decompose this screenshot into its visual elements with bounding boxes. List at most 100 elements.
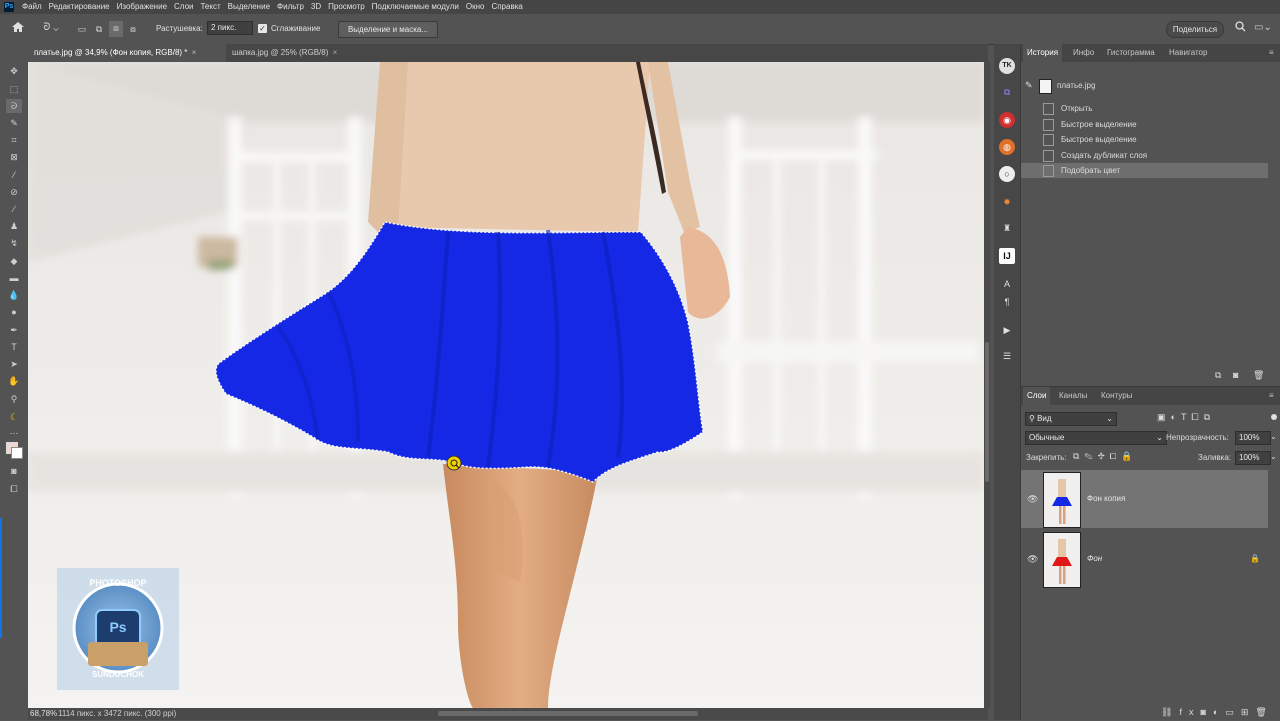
history-state[interactable]: Создать дубликат слоя xyxy=(1021,148,1268,163)
quick-selection-tool-icon[interactable]: ✎ xyxy=(6,116,22,130)
new-selection-icon[interactable]: ▭ xyxy=(76,22,88,36)
link-layers-icon[interactable]: ⛓ xyxy=(1161,707,1179,717)
actions-icon[interactable]: ▶ xyxy=(999,322,1015,338)
scroll-thumb[interactable] xyxy=(985,342,989,482)
adobe-plugin-icon[interactable]: ◉ xyxy=(999,112,1015,128)
frame-tool-icon[interactable]: ⊠ xyxy=(6,150,22,164)
pen-tool-icon[interactable]: ✒ xyxy=(6,323,22,337)
tab-history[interactable]: История xyxy=(1023,44,1063,62)
fill-input[interactable]: 100% xyxy=(1235,451,1271,465)
history-brush-icon[interactable]: ✎ xyxy=(1025,80,1033,91)
shape-tool-icon[interactable]: ✋ xyxy=(6,374,22,388)
layer-row-fon[interactable]: 👁 Фон 🔒 xyxy=(1021,530,1268,588)
workspace-icon[interactable]: ▭⌄ xyxy=(1254,21,1272,35)
group-icon[interactable]: ▭ xyxy=(1225,707,1241,717)
delete-layer-icon[interactable]: 🗑 xyxy=(1255,707,1273,717)
move-tool-icon[interactable]: ✥ xyxy=(6,64,22,78)
antialias-checkbox[interactable]: ✓ xyxy=(258,24,267,33)
doc-tab[interactable]: шапка.jpg @ 25% (RGB/8) × xyxy=(226,44,343,62)
background-color-swatch[interactable] xyxy=(11,447,23,459)
screen-mode-icon[interactable]: ⧠ xyxy=(6,482,22,496)
adjustments-icon[interactable]: ☰ xyxy=(999,348,1015,364)
gradient-tool-icon[interactable]: ▬ xyxy=(6,271,22,285)
menu-item[interactable]: Редактирование xyxy=(49,0,110,14)
horizontal-scroll-thumb[interactable] xyxy=(438,711,698,716)
close-tab-icon[interactable]: × xyxy=(333,48,338,57)
zoom-tool-icon[interactable]: ⚲ xyxy=(6,392,22,406)
edit-toolbar-icon[interactable]: ⋯ xyxy=(6,426,22,440)
menu-item[interactable]: Слои xyxy=(174,0,193,14)
color-plugin-icon[interactable]: ✸ xyxy=(999,194,1015,210)
menu-item[interactable]: 3D xyxy=(311,0,321,14)
panel-menu-icon[interactable]: ≡ xyxy=(1269,387,1274,405)
eraser-tool-icon[interactable]: ◆ xyxy=(6,254,22,268)
menu-item[interactable]: Фильтр xyxy=(277,0,304,14)
menu-item[interactable]: Окно xyxy=(466,0,485,14)
mask-icon[interactable]: ◙ xyxy=(1200,707,1212,717)
zoom-level[interactable]: 68,78% xyxy=(30,709,57,718)
history-snapshot[interactable]: ✎ платье.jpg xyxy=(1021,78,1268,94)
lock-icons[interactable]: ⧉✎✥⧠🔒 xyxy=(1073,451,1138,462)
new-layer-icon[interactable]: ⊞ xyxy=(1241,707,1256,717)
layer-name[interactable]: Фон копия xyxy=(1087,470,1125,528)
tab-histogram[interactable]: Гистограмма xyxy=(1107,44,1155,62)
script-plugin-icon[interactable]: IJ xyxy=(999,248,1015,264)
healing-brush-tool-icon[interactable]: ⊘ xyxy=(6,185,22,199)
doc-tab-active[interactable]: платье.jpg @ 34,9% (Фон копия, RGB/8) * … xyxy=(28,44,226,62)
lasso-tool-preset-icon[interactable]: ᘐ ⌄ xyxy=(38,21,64,35)
history-brush-tool-icon[interactable]: ↯ xyxy=(6,236,22,250)
share-button[interactable]: Поделиться xyxy=(1166,21,1224,38)
dodge-tool-icon[interactable]: ● xyxy=(6,305,22,319)
canvas-image[interactable] xyxy=(28,62,984,708)
orange-plugin-icon[interactable]: ◍ xyxy=(999,139,1015,155)
banana-icon[interactable]: ☾ xyxy=(6,410,22,424)
history-state[interactable]: Быстрое выделение xyxy=(1021,117,1268,132)
type-tool-icon[interactable]: T xyxy=(6,340,22,354)
filter-toggle[interactable] xyxy=(1271,414,1277,420)
stamp-plugin-icon[interactable]: ♜ xyxy=(999,220,1015,236)
eyedropper-tool-icon[interactable]: ⁄ xyxy=(6,168,22,182)
delete-state-icon[interactable]: 🗑 xyxy=(1253,370,1264,381)
menu-item[interactable]: Подключаемые модули xyxy=(372,0,459,14)
tab-layers[interactable]: Слои xyxy=(1023,387,1051,405)
filter-icons[interactable]: ▣◐T⧠⧉ xyxy=(1157,412,1215,423)
brush-tool-icon[interactable]: ∕ xyxy=(6,202,22,216)
new-document-from-state-icon[interactable]: ⧉ xyxy=(1215,370,1221,381)
select-and-mask-button[interactable]: Выделение и маска... xyxy=(338,21,438,38)
lasso-tool-icon[interactable]: ᘐ xyxy=(6,99,22,113)
tab-navigator[interactable]: Навигатор xyxy=(1169,44,1207,62)
opacity-input[interactable]: 100% xyxy=(1235,431,1271,445)
close-tab-icon[interactable]: × xyxy=(192,48,197,57)
history-state[interactable]: Открыть xyxy=(1021,101,1268,116)
panel-menu-icon[interactable]: ≡ xyxy=(1269,44,1274,62)
new-snapshot-icon[interactable]: ◙ xyxy=(1233,370,1238,380)
tk-plugin-icon[interactable]: TK xyxy=(999,58,1015,74)
tab-paths[interactable]: Контуры xyxy=(1101,387,1132,405)
plugin-icon[interactable]: ⧉ xyxy=(999,84,1015,100)
feather-input[interactable]: 2 пикс. xyxy=(207,21,253,35)
document-canvas[interactable]: PHOTOSHOP Ps SUNDUCHOK xyxy=(28,62,984,708)
path-selection-tool-icon[interactable]: ➤ xyxy=(6,357,22,371)
chevron-down-icon[interactable]: ⌄ xyxy=(1270,452,1277,461)
marquee-tool-icon[interactable]: ⬚ xyxy=(6,82,22,96)
menu-item[interactable]: Текст xyxy=(200,0,220,14)
visibility-eye-icon[interactable]: 👁 xyxy=(1027,554,1038,565)
history-state[interactable]: Быстрое выделение xyxy=(1021,132,1268,147)
menu-item[interactable]: Изображение xyxy=(117,0,167,14)
visibility-eye-icon[interactable]: 👁 xyxy=(1027,494,1038,505)
vertical-scrollbar[interactable] xyxy=(984,62,990,708)
fx-icon[interactable]: fx xyxy=(1179,707,1200,717)
home-icon[interactable] xyxy=(10,21,26,38)
add-to-selection-icon[interactable]: ⧉ xyxy=(93,22,105,36)
menu-item[interactable]: Выделение xyxy=(228,0,270,14)
blend-mode-select[interactable]: Обычные ⌄ xyxy=(1025,431,1167,445)
clone-stamp-tool-icon[interactable]: ♟ xyxy=(6,219,22,233)
crop-tool-icon[interactable]: ⌗ xyxy=(6,133,22,147)
layer-filter-select[interactable]: ⚲ Вид ⌄ xyxy=(1025,412,1117,426)
document-info[interactable]: 1114 пикс. x 3472 пикс. (300 ppi) xyxy=(58,709,176,718)
photoshop-logo-icon[interactable]: Ps xyxy=(4,2,14,12)
search-icon[interactable] xyxy=(1233,21,1247,37)
character-icon[interactable]: A xyxy=(999,276,1015,292)
adjustment-layer-icon[interactable]: ◐ xyxy=(1213,707,1225,717)
circle-plugin-icon[interactable]: ○ xyxy=(999,166,1015,182)
